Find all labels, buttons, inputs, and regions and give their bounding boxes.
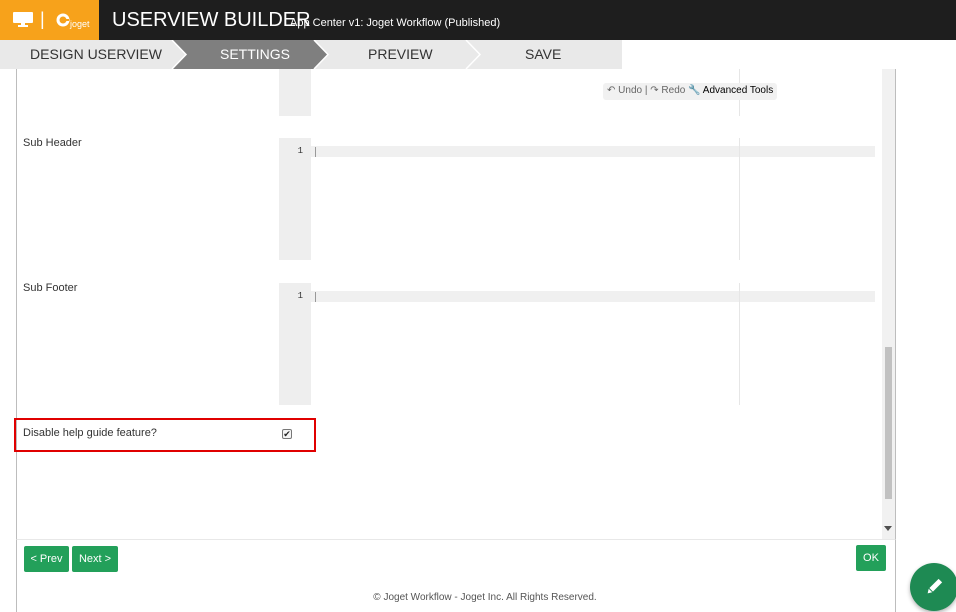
sub-footer-label: Sub Footer <box>23 282 78 294</box>
dialog-footer: < Prev Next > OK <box>16 539 896 576</box>
sub-footer-editor[interactable]: 1 <box>279 283 875 405</box>
panel-scrollbar[interactable] <box>882 69 895 539</box>
title-bar: | joget USERVIEW BUILDER App Center v1: … <box>0 0 956 40</box>
toolbar-divider: | <box>644 85 648 96</box>
step-save[interactable]: SAVE <box>525 46 561 62</box>
line-number: 1 <box>297 291 303 301</box>
sub-header-label: Sub Header <box>23 137 82 149</box>
wrench-icon[interactable]: 🔧 <box>688 85 700 96</box>
monitor-icon <box>13 12 33 27</box>
scrollbar-thumb[interactable] <box>885 347 892 499</box>
print-margin <box>739 283 740 405</box>
edit-fab-button[interactable] <box>910 563 956 611</box>
logo-separator: | <box>40 9 45 29</box>
text-cursor <box>315 147 316 157</box>
redo-button[interactable]: Redo <box>661 85 685 96</box>
copyright-text: © Joget Workflow - Joget Inc. All Rights… <box>373 592 597 603</box>
ok-button[interactable]: OK <box>856 545 886 571</box>
logo-area[interactable]: | joget <box>0 0 99 40</box>
steps-nav: DESIGN USERVIEW SETTINGS PREVIEW SAVE <box>0 40 956 69</box>
undo-icon[interactable]: ↶ <box>607 85 615 96</box>
text-cursor <box>315 292 316 302</box>
sub-header-editor[interactable]: 1 <box>279 138 875 260</box>
prev-button[interactable]: < Prev <box>24 546 69 572</box>
scroll-down-arrow-icon[interactable] <box>884 526 892 531</box>
undo-button[interactable]: Undo <box>618 85 642 96</box>
editor-toolbar: ↶ Undo | ↷ Redo 🔧 Advanced Tools <box>603 83 778 100</box>
joget-logo-text: joget <box>70 19 90 29</box>
disable-help-checkbox[interactable]: ✔ <box>282 429 292 439</box>
next-button[interactable]: Next > <box>72 546 118 572</box>
print-margin <box>739 138 740 260</box>
step-settings[interactable]: SETTINGS <box>220 46 290 62</box>
active-line <box>311 146 875 157</box>
active-line <box>311 291 875 302</box>
app-subtitle: App Center v1: Joget Workflow (Published… <box>290 17 501 29</box>
builder-window: | joget USERVIEW BUILDER App Center v1: … <box>0 0 956 612</box>
joget-logo-icon <box>56 13 70 27</box>
settings-panel: ↶ Undo | ↷ Redo 🔧 Advanced Tools Sub Hea… <box>16 69 896 539</box>
editor-gutter <box>279 69 311 116</box>
highlight-annotation <box>14 418 316 452</box>
step-design-userview[interactable]: DESIGN USERVIEW <box>30 46 162 62</box>
step-preview[interactable]: PREVIEW <box>368 46 433 62</box>
line-number: 1 <box>297 146 303 156</box>
pencil-icon <box>927 578 943 594</box>
redo-icon[interactable]: ↷ <box>650 85 658 96</box>
previous-code-editor[interactable] <box>279 69 875 116</box>
app-title: USERVIEW BUILDER <box>112 9 311 31</box>
advanced-tools-button[interactable]: Advanced Tools <box>703 85 773 96</box>
